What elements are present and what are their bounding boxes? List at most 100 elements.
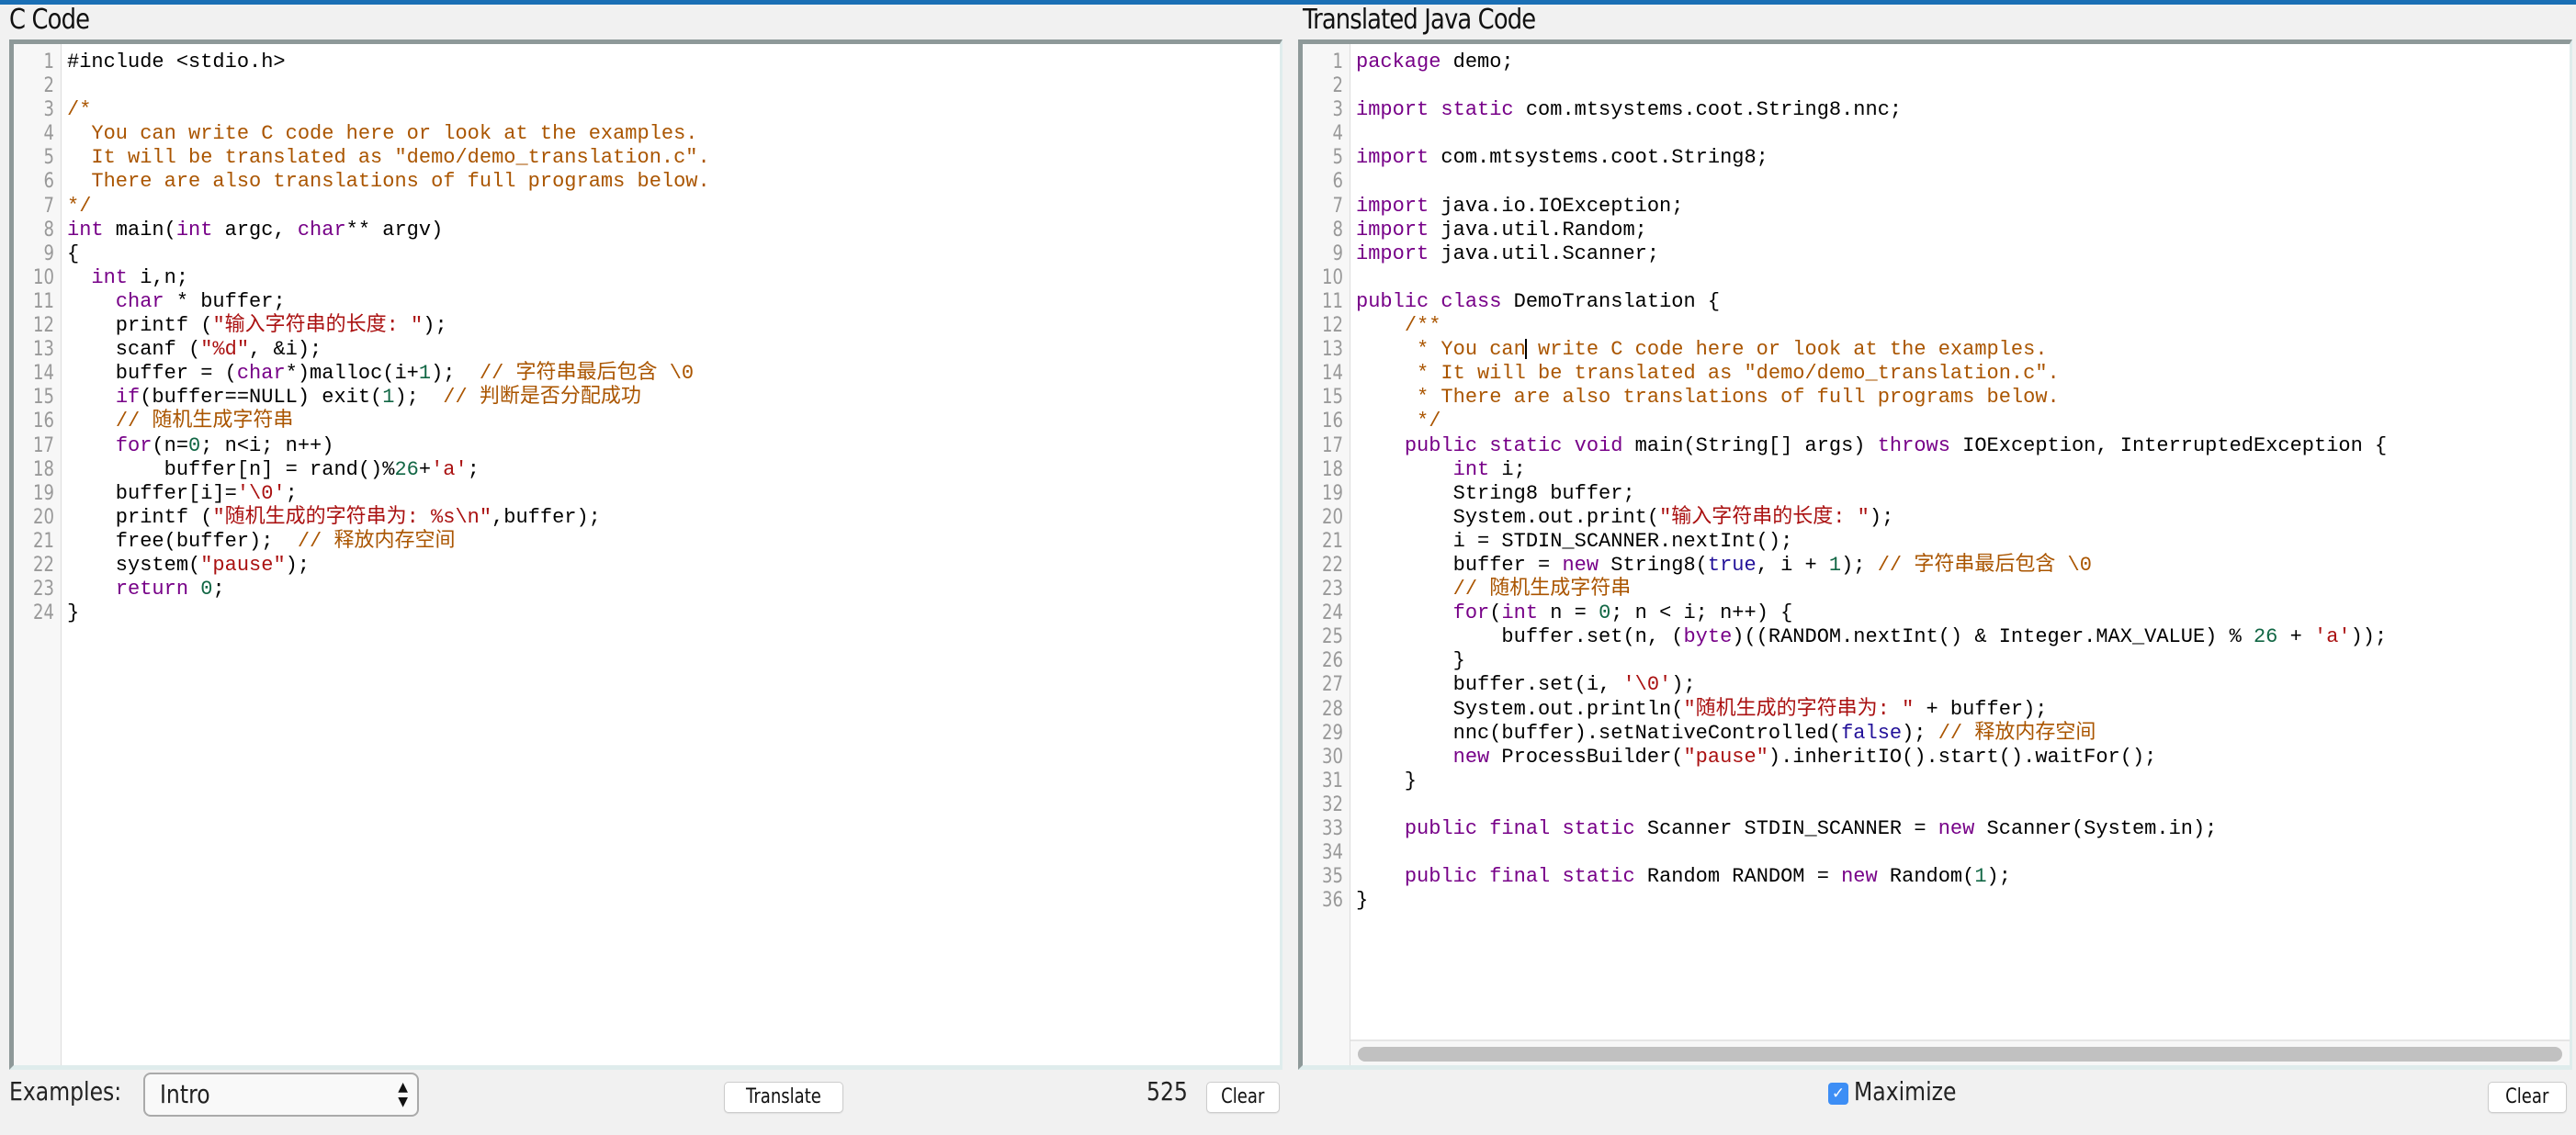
code-line[interactable]: 16 // 随机生成字符串 [14,410,1280,433]
code-text: buffer[i]='\0'; [67,482,298,506]
code-line[interactable]: 5 It will be translated as "demo/demo_tr… [14,146,1280,170]
code-line[interactable]: 21 free(buffer); // 释放内存空间 [14,530,1280,554]
code-line[interactable]: 22 buffer = new String8(true, i + 1); //… [1303,554,2570,578]
code-line[interactable]: 35 public final static Random RANDOM = n… [1303,865,2570,889]
code-line[interactable]: 2 [14,74,1280,98]
translate-button[interactable]: Translate [724,1082,843,1113]
c-code-lines[interactable]: 1 #include <stdio.h> 2 3/* 4 You can write C… [14,51,1280,625]
code-line[interactable]: 10 int i,n; [14,266,1280,290]
token-kw: public [1404,865,1478,889]
code-line[interactable]: 18 int i; [1303,458,2570,482]
code-line[interactable]: 12 /** [1303,314,2570,338]
token-com: // 释放内存空间 [1938,721,2096,745]
code-line[interactable]: 30 new ProcessBuilder("pause").inheritIO… [1303,746,2570,770]
line-number: 14 [1322,362,1343,386]
code-line[interactable]: 27 buffer.set(i, '\0'); [1303,673,2570,697]
code-line[interactable]: 7 import java.io.IOException; [1303,195,2570,219]
token-def: java.util.Random; [1429,218,1647,242]
clear-c-code-button[interactable]: Clear [1206,1082,1280,1113]
code-line[interactable]: 17 for(n=0; n<i; n++) [14,434,1280,458]
token-kw: import [1356,146,1429,170]
code-line[interactable]: 25 buffer.set(n, (byte)((RANDOM.nextInt(… [1303,625,2570,649]
code-line[interactable]: 34 [1303,841,2570,865]
token-def: ; n < i; n++) { [1610,601,1793,625]
token-def [1429,290,1441,313]
code-line[interactable]: 19 String8 buffer; [1303,482,2570,506]
line-number: 19 [1322,481,1343,505]
code-line[interactable]: 7 */ [14,195,1280,219]
code-line[interactable]: 4 [1303,122,2570,146]
code-line[interactable]: 28 System.out.println("随机生成的字符串为: " + bu… [1303,698,2570,722]
code-line[interactable]: 4 You can write C code here or look at t… [14,122,1280,146]
token-def [1477,865,1489,888]
code-line[interactable]: 23 return 0; [14,578,1280,601]
line-number: 15 [1322,386,1343,410]
code-line[interactable]: 6 There are also translations of full pr… [14,170,1280,194]
code-line[interactable]: 20 printf ("随机生成的字符串为: %s\n",buffer); [14,506,1280,530]
token-str: 'a' [431,457,468,481]
code-line[interactable]: 1 package demo; [1303,51,2570,74]
code-line[interactable]: 16 */ [1303,410,2570,433]
horizontal-scrollbar[interactable] [1350,1039,2570,1065]
code-line[interactable]: 14 buffer = (char*)malloc(i+1); // 字符串最后… [14,362,1280,386]
token-kw: public [1404,817,1478,840]
token-kw: int [1452,457,1490,481]
line-number: 2 [1332,74,1343,98]
code-line[interactable]: 31 } [1303,770,2570,793]
code-line[interactable]: 23 // 随机生成字符串 [1303,578,2570,601]
scrollbar-thumb[interactable] [1358,1047,2562,1062]
line-number: 15 [33,386,54,410]
code-line[interactable]: 1 #include <stdio.h> [14,51,1280,74]
code-line[interactable]: 11 char * buffer; [14,290,1280,314]
code-line[interactable]: 9{ [14,242,1280,266]
line-number: 8 [43,218,54,242]
token-kw: int [175,218,213,242]
code-line[interactable]: 19 buffer[i]='\0'; [14,482,1280,506]
code-line[interactable]: 20 System.out.print("输入字符串的长度: "); [1303,506,2570,530]
java-code-lines[interactable]: 1 package demo; 2 3 import static com.mtsyst… [1303,51,2570,913]
maximize-label[interactable]: Maximize [1854,1076,1956,1107]
code-line[interactable]: 5 import com.mtsystems.coot.String8; [1303,146,2570,170]
code-line[interactable]: 32 [1303,793,2570,817]
token-def: } [67,601,80,625]
token-kw: void [1574,433,1623,457]
token-def [1356,362,1417,385]
code-line[interactable]: 6 [1303,170,2570,194]
code-text: * You can write C code here or look at t… [1356,338,2048,362]
code-line[interactable]: 3 /* [14,98,1280,122]
code-line[interactable]: 15 * There are also translations of full… [1303,386,2570,410]
code-line[interactable]: 33 public final static Scanner STDIN_SCA… [1303,817,2570,841]
code-line[interactable]: 26 } [1303,649,2570,673]
line-number: 11 [1322,289,1343,313]
code-line[interactable]: 13 scanf ("%d", &i); [14,338,1280,362]
token-def: printf ( [67,314,213,338]
code-line[interactable]: 15 if(buffer==NULL) exit(1); // 判断是否分配成功 [14,386,1280,410]
c-code-editor[interactable]: 1 #include <stdio.h> 2 3/* 4 You can write C… [9,39,1282,1070]
code-line[interactable]: 36} [1303,889,2570,913]
code-line[interactable]: 29 nnc(buffer).setNativeControlled(false… [1303,722,2570,746]
code-line[interactable]: 8 int main(int argc, char** argv) [14,219,1280,242]
code-line[interactable]: 17 public static void main(String[] args… [1303,434,2570,458]
code-line[interactable]: 14 * It will be translated as "demo/demo… [1303,362,2570,386]
code-line[interactable]: 10 [1303,266,2570,290]
code-line[interactable]: 21 i = STDIN_SCANNER.nextInt(); [1303,530,2570,554]
examples-select[interactable]: Intro ▲ ▼ [143,1073,419,1117]
code-line[interactable]: 11 public class DemoTranslation { [1303,290,2570,314]
code-line[interactable]: 2 [1303,74,2570,98]
code-line[interactable]: 18 buffer[n] = rand()%26+'a'; [14,458,1280,482]
code-line[interactable]: 12 printf ("输入字符串的长度: "); [14,314,1280,338]
token-com: */ [67,194,92,218]
code-line[interactable]: 24 for(int n = 0; n < i; n++) { [1303,601,2570,625]
token-kw: return [115,578,189,601]
code-line[interactable]: 13 * You can write C code here or look a… [1303,338,2570,362]
code-text: import static com.mtsystems.coot.String8… [1356,98,1902,122]
maximize-checkbox[interactable]: ✓ [1828,1083,1848,1105]
token-def: ); [285,553,311,577]
clear-java-code-button[interactable]: Clear [2488,1082,2567,1113]
code-line[interactable]: 3 import static com.mtsystems.coot.String… [1303,98,2570,122]
code-line[interactable]: 22 system("pause"); [14,554,1280,578]
code-line[interactable]: 24} [14,601,1280,625]
code-line[interactable]: 8 import java.util.Random; [1303,219,2570,242]
java-code-editor[interactable]: 1 package demo; 2 3 import static com.mtsyst… [1298,39,2572,1070]
code-line[interactable]: 9 import java.util.Scanner; [1303,242,2570,266]
